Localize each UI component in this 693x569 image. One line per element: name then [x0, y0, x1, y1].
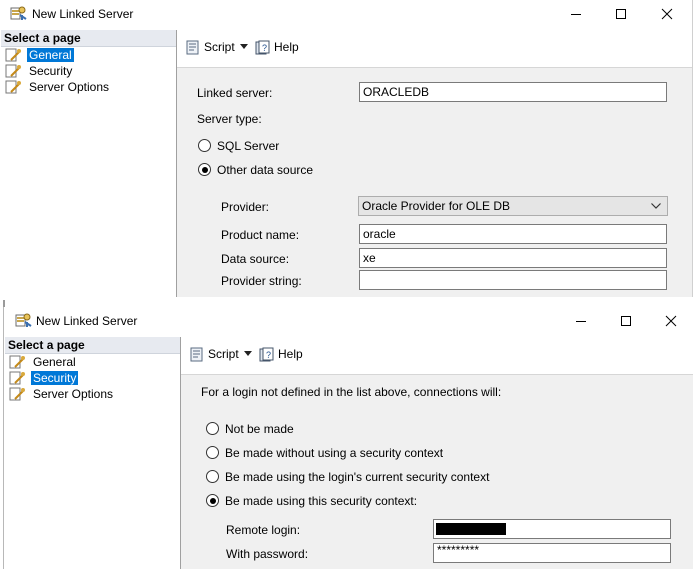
page-wrench-icon	[5, 64, 21, 78]
not-be-made-label: Not be made	[225, 422, 294, 436]
close-icon	[665, 315, 677, 327]
not-be-made-radio[interactable]	[206, 422, 219, 435]
sidebar-item-label: Server Options	[33, 387, 114, 401]
title-bar: New Linked Server	[0, 0, 692, 28]
maximize-button[interactable]	[615, 311, 637, 331]
script-icon	[186, 40, 199, 54]
page-selector-header: Select a page	[5, 337, 180, 354]
remote-login-label: Remote login:	[226, 523, 301, 537]
divider	[3, 300, 5, 307]
close-button[interactable]	[656, 4, 678, 24]
separator	[0, 297, 693, 307]
sidebar-item-general[interactable]: General	[5, 354, 180, 370]
page-wrench-icon	[9, 387, 25, 401]
toolbar: Script ? Help	[181, 337, 693, 375]
page-wrench-icon	[5, 48, 21, 62]
sql-server-radio[interactable]	[198, 139, 211, 152]
minimize-icon	[571, 14, 581, 15]
sql-server-label: SQL Server	[217, 139, 280, 153]
chevron-down-icon[interactable]	[240, 44, 248, 49]
server-type-label: Server type:	[197, 112, 262, 126]
other-data-source-radio[interactable]	[198, 163, 211, 176]
product-name-label: Product name:	[221, 228, 300, 242]
chevron-down-icon	[651, 203, 661, 209]
redaction-bar	[436, 523, 506, 535]
help-icon: ?	[255, 40, 270, 54]
this-security-context-label: Be made using this security context:	[225, 494, 418, 508]
sidebar-item-label: Server Options	[29, 80, 110, 94]
this-security-context-radio[interactable]	[206, 494, 219, 507]
provider-string-input[interactable]	[359, 270, 667, 290]
linked-server-label: Linked server:	[197, 86, 273, 100]
security-intro-text: For a login not defined in the list abov…	[201, 385, 502, 399]
page-selector-header: Select a page	[1, 30, 176, 47]
sidebar-item-label: General	[27, 48, 74, 62]
password-input[interactable]: *********	[433, 543, 671, 563]
no-security-context-label: Be made without using a security context	[225, 446, 444, 460]
remote-login-input[interactable]	[433, 519, 671, 539]
sidebar-item-label: Security	[31, 371, 79, 385]
sidebar-item-server-options[interactable]: Server Options	[5, 386, 180, 402]
provider-dropdown[interactable]: Oracle Provider for OLE DB	[358, 196, 668, 216]
current-security-context-label: Be made using the login's current securi…	[225, 470, 490, 484]
sidebar-item-label: Security	[29, 64, 73, 78]
linked-server-window-general: New Linked Server Select a page General …	[0, 0, 693, 297]
help-label: Help	[274, 40, 299, 54]
script-button[interactable]: Script	[185, 39, 235, 55]
chevron-down-icon[interactable]	[244, 351, 252, 356]
sidebar-item-server-options[interactable]: Server Options	[1, 79, 176, 95]
page-wrench-icon	[9, 355, 25, 369]
general-page: Script ? Help Linked server: ORACLEDB Se…	[177, 30, 692, 297]
sidebar-item-security[interactable]: Security	[5, 370, 180, 386]
page-selector: Select a page General Security Server Op…	[5, 337, 181, 569]
maximize-button[interactable]	[610, 4, 632, 24]
close-button[interactable]	[660, 311, 682, 331]
maximize-icon	[621, 316, 631, 326]
help-button[interactable]: ? Help	[255, 39, 299, 55]
sidebar-item-general[interactable]: General	[1, 47, 176, 63]
minimize-button[interactable]	[570, 311, 592, 331]
current-security-context-radio[interactable]	[206, 470, 219, 483]
svg-text:?: ?	[266, 350, 271, 360]
close-icon	[661, 8, 673, 20]
maximize-icon	[616, 9, 626, 19]
minimize-button[interactable]	[565, 4, 587, 24]
minimize-icon	[576, 321, 586, 322]
help-button[interactable]: ? Help	[259, 346, 303, 362]
linked-server-input[interactable]: ORACLEDB	[359, 82, 667, 102]
no-security-context-radio[interactable]	[206, 446, 219, 459]
title-bar: New Linked Server	[4, 307, 693, 335]
linked-server-window-security: New Linked Server Select a page General …	[3, 307, 693, 569]
data-source-input[interactable]: xe	[359, 248, 667, 268]
window-title: New Linked Server	[32, 7, 134, 21]
page-wrench-icon	[5, 80, 21, 94]
help-label: Help	[278, 347, 303, 361]
other-data-source-label: Other data source	[217, 163, 314, 177]
toolbar: Script ? Help	[177, 30, 692, 68]
security-page: Script ? Help For a login not defined in…	[181, 337, 693, 569]
page-selector: Select a page General Security Server Op…	[1, 30, 177, 297]
page-wrench-icon	[9, 371, 25, 385]
provider-string-label: Provider string:	[221, 274, 302, 288]
provider-value: Oracle Provider for OLE DB	[362, 199, 511, 213]
window-title: New Linked Server	[36, 314, 138, 328]
script-button[interactable]: Script	[189, 346, 239, 362]
help-icon: ?	[259, 347, 274, 361]
provider-label: Provider:	[221, 200, 270, 214]
script-icon	[190, 347, 203, 361]
product-name-input[interactable]: oracle	[359, 224, 667, 244]
sidebar-item-label: General	[33, 355, 76, 369]
script-label: Script	[208, 347, 239, 361]
sidebar-item-security[interactable]: Security	[1, 63, 176, 79]
script-label: Script	[204, 40, 235, 54]
password-label: With password:	[226, 547, 309, 561]
svg-text:?: ?	[262, 43, 267, 53]
data-source-label: Data source:	[221, 252, 290, 266]
linked-server-icon	[10, 6, 27, 20]
linked-server-icon	[15, 313, 32, 327]
